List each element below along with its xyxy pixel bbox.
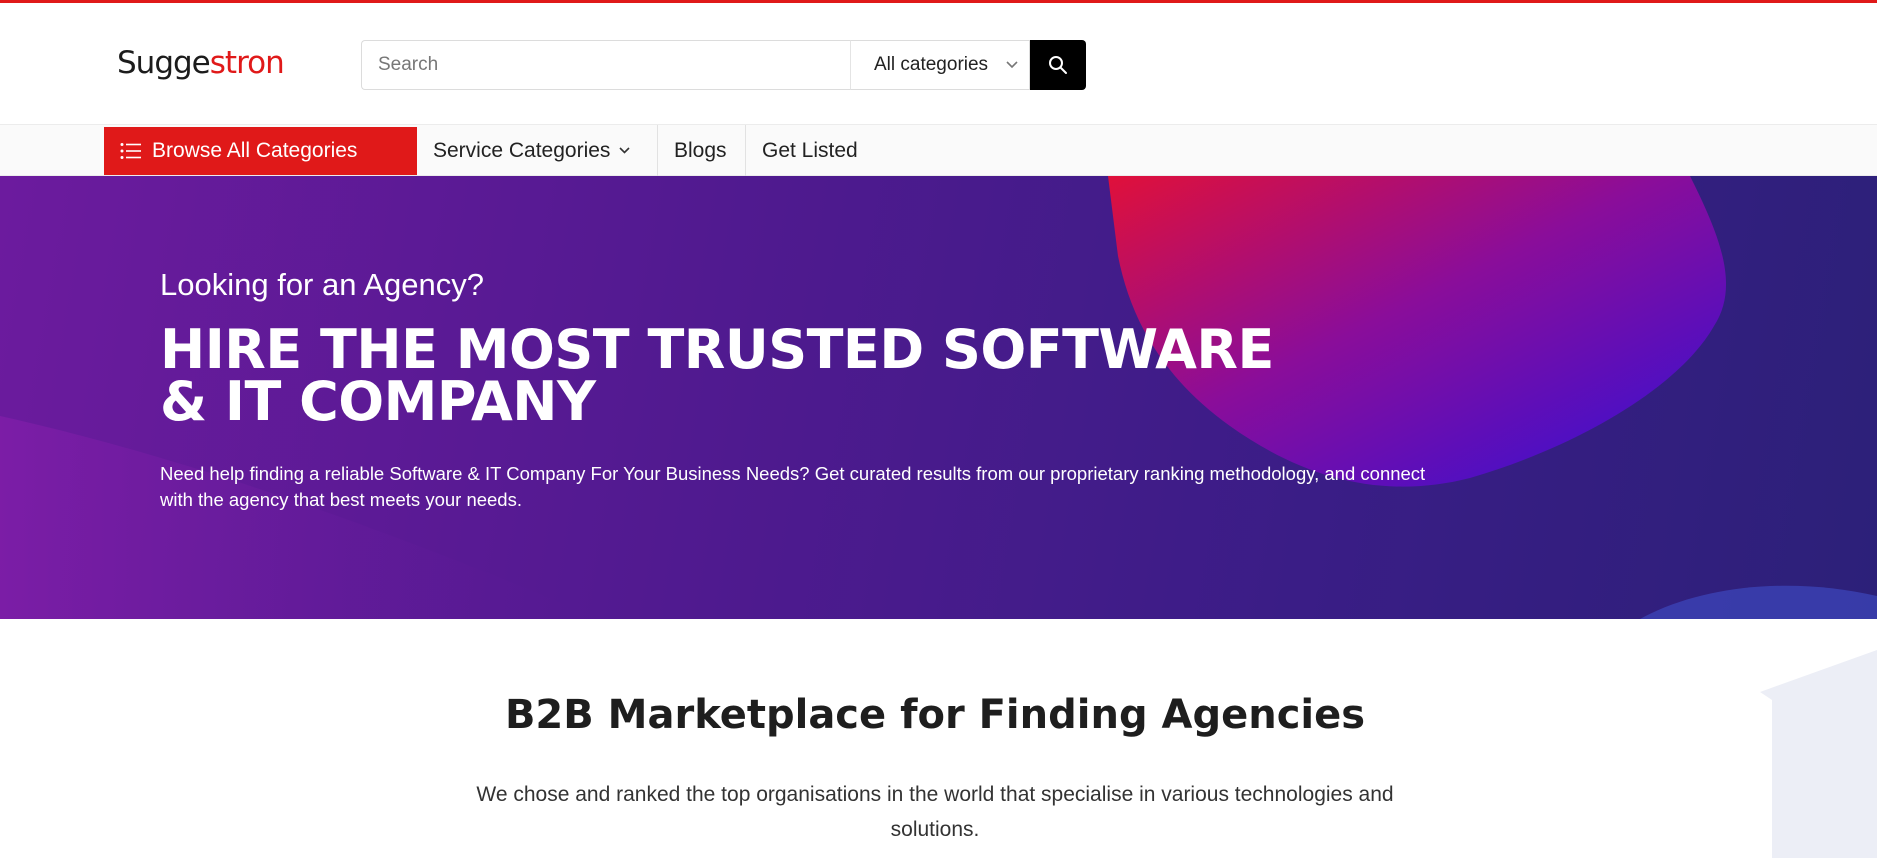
logo-part-1: Sugge xyxy=(117,45,211,81)
main-nav: Browse All Categories Service Categories… xyxy=(0,125,1877,176)
chevron-down-icon xyxy=(1006,61,1018,69)
hero-subtitle: Looking for an Agency? xyxy=(160,267,485,302)
browse-all-categories-label: Browse All Categories xyxy=(152,139,358,162)
search-icon xyxy=(1049,56,1067,74)
site-logo[interactable]: Suggestron xyxy=(117,45,285,81)
nav-item-service-categories[interactable]: Service Categories xyxy=(417,125,658,176)
chevron-down-icon xyxy=(619,147,630,154)
search-bar: All categories xyxy=(361,40,1086,90)
hero-banner: Looking for an Agency? HIRE THE MOST TRU… xyxy=(0,176,1877,619)
nav-item-label: Get Listed xyxy=(762,138,858,162)
logo-part-2: stron xyxy=(209,45,285,81)
nav-item-label: Blogs xyxy=(674,138,727,162)
search-button[interactable] xyxy=(1030,40,1086,90)
decorative-shape xyxy=(1760,650,1877,858)
nav-item-get-listed[interactable]: Get Listed xyxy=(746,125,876,176)
category-select-value: All categories xyxy=(874,54,989,75)
list-icon xyxy=(120,143,141,159)
hero-description: Need help finding a reliable Software & … xyxy=(160,463,1426,510)
hero-title: HIRE THE MOST TRUSTED SOFTWARE & IT COMP… xyxy=(160,318,1274,433)
site-header: Suggestron All categories xyxy=(0,3,1877,125)
search-input[interactable] xyxy=(361,40,850,90)
nav-item-label: Service Categories xyxy=(433,138,611,162)
category-select[interactable]: All categories xyxy=(850,40,1030,90)
section-title: B2B Marketplace for Finding Agencies xyxy=(504,692,1366,738)
browse-all-categories-button[interactable]: Browse All Categories xyxy=(104,127,417,175)
nav-item-blogs[interactable]: Blogs xyxy=(658,125,746,176)
section-description: We chose and ranked the top organisation… xyxy=(476,783,1394,841)
